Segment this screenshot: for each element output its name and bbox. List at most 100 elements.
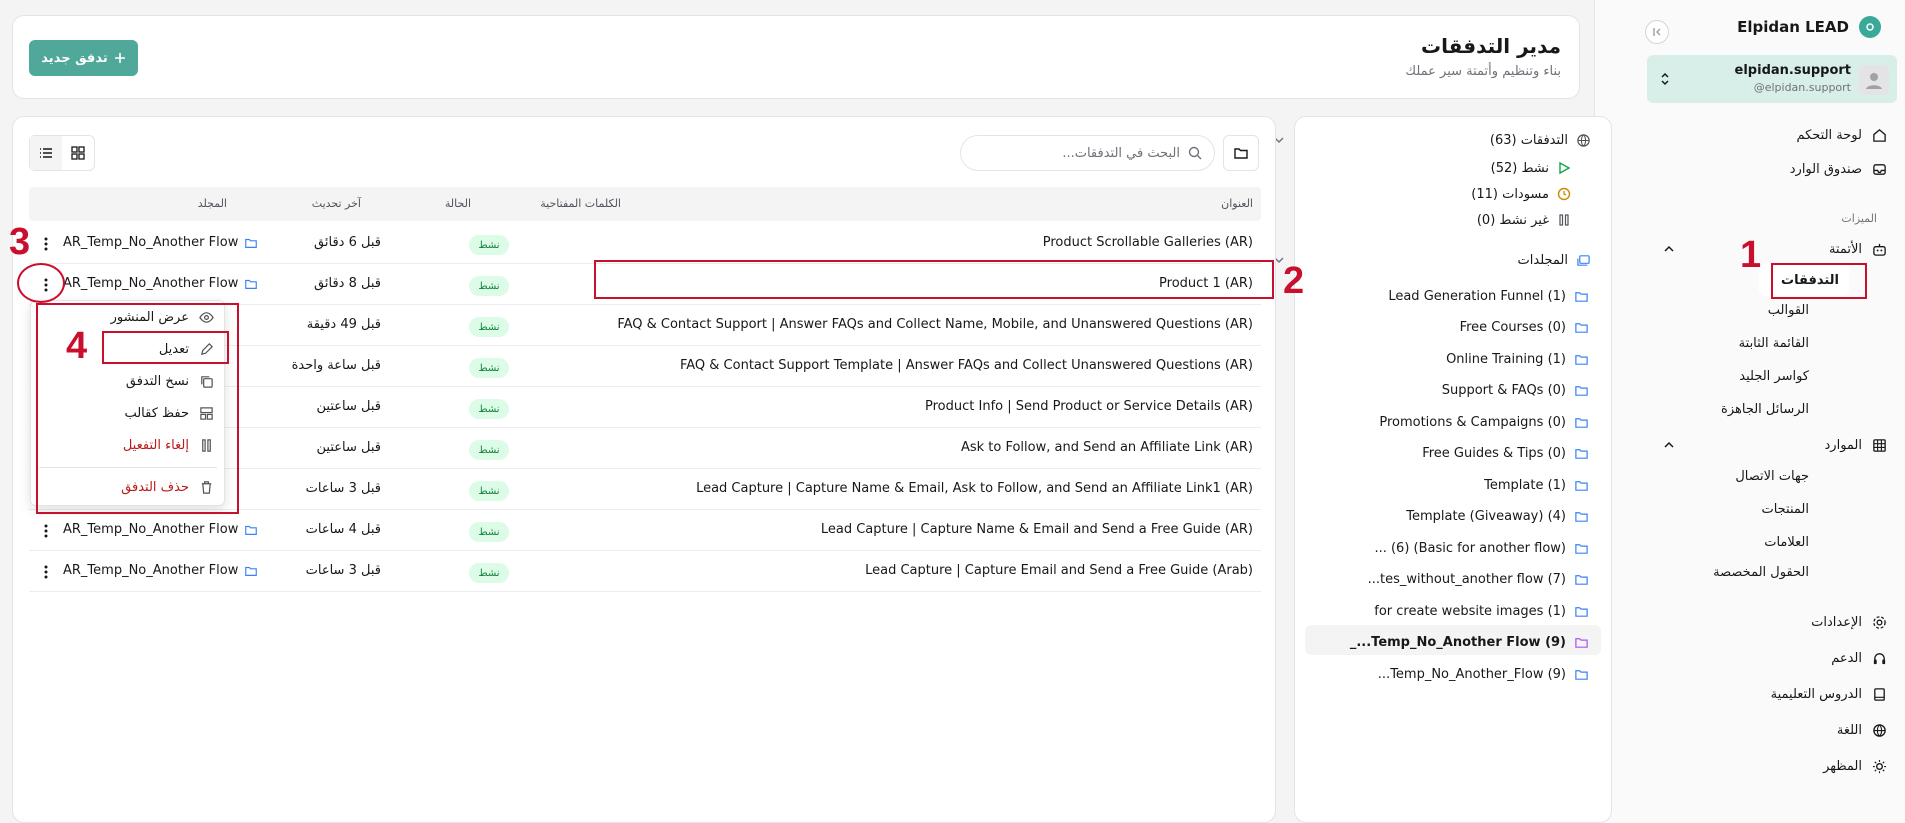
- folder-item[interactable]: Online Training (1): [1446, 348, 1589, 370]
- folders-header[interactable]: المجلدات: [1274, 247, 1611, 273]
- filter-all-label: التدفقات (63): [1489, 132, 1568, 148]
- nav-support[interactable]: الدعم: [1831, 647, 1887, 669]
- folder-item[interactable]: tes_without_another flow (7)...: [1368, 569, 1589, 591]
- row-updated: قبل 4 ساعات: [305, 522, 381, 537]
- grid-view-button[interactable]: [62, 136, 94, 170]
- search-placeholder: البحث في التدفقات...: [1062, 145, 1180, 161]
- nav-products[interactable]: المنتجات: [1761, 502, 1809, 517]
- folder-item[interactable]: Promotions & Campaigns (0): [1379, 411, 1589, 433]
- folder-item[interactable]: Lead Generation Funnel (1): [1388, 285, 1589, 307]
- status-badge: نشط: [469, 440, 509, 460]
- nav-resources[interactable]: الموارد: [1825, 434, 1887, 456]
- status-badge: نشط: [469, 522, 509, 542]
- col-status[interactable]: الحالة: [445, 197, 471, 210]
- folder-item-label: for create website images (1): [1374, 603, 1566, 619]
- folder-item[interactable]: Template (Giveaway) (4): [1406, 506, 1589, 528]
- search-input[interactable]: البحث في التدفقات...: [960, 135, 1215, 171]
- sun-icon: [1872, 759, 1887, 773]
- folder-icon: [1234, 148, 1248, 159]
- nav-appearance[interactable]: المظهر: [1823, 755, 1887, 777]
- row-updated: قبل 3 ساعات: [305, 563, 381, 578]
- page-subtitle: بناء وتنظيم وأتمتة سير عملك: [1405, 64, 1561, 79]
- folder-icon: [245, 566, 258, 576]
- chevron-up-icon[interactable]: [1663, 244, 1675, 254]
- row-updated: قبل 3 ساعات: [305, 481, 381, 496]
- table-row[interactable]: Lead Capture | Capture Email and Send a …: [29, 551, 1261, 592]
- table-header: العنوان الكلمات المفتاحية الحالة آخر تحد…: [29, 187, 1261, 221]
- row-actions-button[interactable]: [39, 235, 53, 253]
- row-actions-button[interactable]: [39, 563, 53, 581]
- globe-icon: [1873, 723, 1886, 737]
- row-title[interactable]: FAQ & Contact Support Template | Answer …: [680, 358, 1253, 373]
- folder-icon: [1575, 354, 1588, 365]
- folder-item[interactable]: for create website images (1): [1374, 600, 1589, 622]
- nav-contacts[interactable]: جهات الاتصال: [1735, 469, 1809, 484]
- nav-settings[interactable]: الإعدادات: [1811, 611, 1887, 633]
- col-title[interactable]: العنوان: [1221, 197, 1253, 210]
- nav-language[interactable]: اللغة: [1837, 719, 1887, 741]
- nav-custom-fields[interactable]: الحقول المخصصة: [1713, 565, 1809, 580]
- folder-item[interactable]: (Basic for another flow) (6) ...: [1374, 537, 1589, 559]
- book-icon: [1874, 687, 1885, 701]
- annotation-number-3: 3: [9, 221, 31, 263]
- row-title[interactable]: Ask to Follow, and Send an Affiliate Lin…: [961, 440, 1253, 455]
- folder-item[interactable]: Temp_No_Another Flow (9)..._: [1350, 632, 1589, 654]
- status-badge: نشط: [469, 358, 509, 378]
- folder-item[interactable]: Support & FAQs (0): [1442, 380, 1589, 402]
- folder-item[interactable]: Free Courses (0): [1460, 317, 1589, 339]
- folder-icon: [1575, 480, 1588, 491]
- folder-filter-button[interactable]: [1223, 135, 1259, 171]
- folder-icon: [1575, 291, 1588, 302]
- chevron-up-icon[interactable]: [1663, 440, 1675, 450]
- annotation-box-4: [102, 331, 229, 364]
- nav-persistent-menu[interactable]: القائمة الثابتة: [1739, 336, 1809, 351]
- row-title[interactable]: Lead Capture | Capture Name & Email, Ask…: [696, 481, 1253, 496]
- row-title[interactable]: Lead Capture | Capture Name & Email and …: [821, 522, 1253, 537]
- clock-icon: [1557, 187, 1571, 201]
- row-updated: قبل 49 دقيقة: [306, 317, 381, 332]
- collapse-sidebar-button[interactable]: [1645, 20, 1669, 44]
- folder-item[interactable]: Template (1): [1484, 474, 1589, 496]
- table-row[interactable]: Product Scrollable Galleries (AR) نشط قبل …: [29, 223, 1261, 264]
- new-flow-label: تدفق جديد: [41, 50, 108, 66]
- nav-saved-replies[interactable]: الرسائل الجاهزة: [1721, 402, 1809, 417]
- folder-item[interactable]: Free Guides & Tips (0): [1422, 443, 1589, 465]
- user-handle: @elpidan.support: [1753, 81, 1851, 94]
- list-view-button[interactable]: [30, 136, 62, 170]
- row-title[interactable]: Product Scrollable Galleries (AR): [1043, 235, 1253, 250]
- col-keywords: الكلمات المفتاحية: [540, 197, 621, 210]
- filter-active[interactable]: نشط (52): [1295, 155, 1611, 181]
- row-title[interactable]: FAQ & Contact Support | Answer FAQs and …: [617, 317, 1253, 332]
- row-title[interactable]: Product Info | Send Product or Service D…: [925, 399, 1253, 414]
- folder-item-label: Promotions & Campaigns (0): [1379, 414, 1566, 430]
- nav-icebreakers[interactable]: كواسر الجليد: [1739, 369, 1809, 384]
- folder-icon: [1575, 543, 1588, 554]
- status-badge: نشط: [469, 317, 509, 337]
- user-switcher[interactable]: elpidan.support @elpidan.support: [1647, 55, 1897, 103]
- row-folder-label: AR_Temp_No_Another Flow: [63, 276, 239, 291]
- folder-icon: [1575, 638, 1588, 648]
- row-title[interactable]: Lead Capture | Capture Email and Send a …: [865, 563, 1253, 578]
- filter-all[interactable]: التدفقات (63): [1274, 127, 1611, 153]
- nav-dashboard[interactable]: لوحة التحكم: [1796, 124, 1887, 146]
- inbox-icon: [1873, 163, 1886, 175]
- headphones-icon: [1873, 652, 1886, 664]
- filter-drafts[interactable]: مسودات (11): [1295, 181, 1611, 207]
- col-updated[interactable]: آخر تحديث: [312, 197, 361, 210]
- folders-panel: التدفقات (63) نشط (52) مسودات (11) غير ن…: [1274, 116, 1612, 823]
- more-vertical-icon: [44, 524, 48, 538]
- filter-drafts-label: مسودات (11): [1471, 186, 1549, 202]
- nav-tutorials[interactable]: الدروس التعليمية: [1771, 683, 1887, 705]
- row-actions-button[interactable]: [39, 522, 53, 540]
- nav-settings-label: الإعدادات: [1811, 614, 1862, 630]
- nav-automation[interactable]: الأتمتة: [1829, 238, 1887, 260]
- nav-inbox[interactable]: صندوق الوارد: [1790, 158, 1887, 180]
- table-row[interactable]: Lead Capture | Capture Name & Email and …: [29, 510, 1261, 551]
- filter-inactive[interactable]: غير نشط (0): [1295, 207, 1611, 233]
- folder-icon: [1575, 323, 1588, 333]
- folder-item[interactable]: Temp_No_Another_Flow (9)...: [1378, 663, 1589, 685]
- search-icon: [1188, 146, 1202, 160]
- nav-tags[interactable]: العلامات: [1764, 535, 1809, 550]
- new-flow-button[interactable]: تدفق جديد: [29, 40, 138, 76]
- nav-templates[interactable]: القوالب: [1768, 303, 1809, 318]
